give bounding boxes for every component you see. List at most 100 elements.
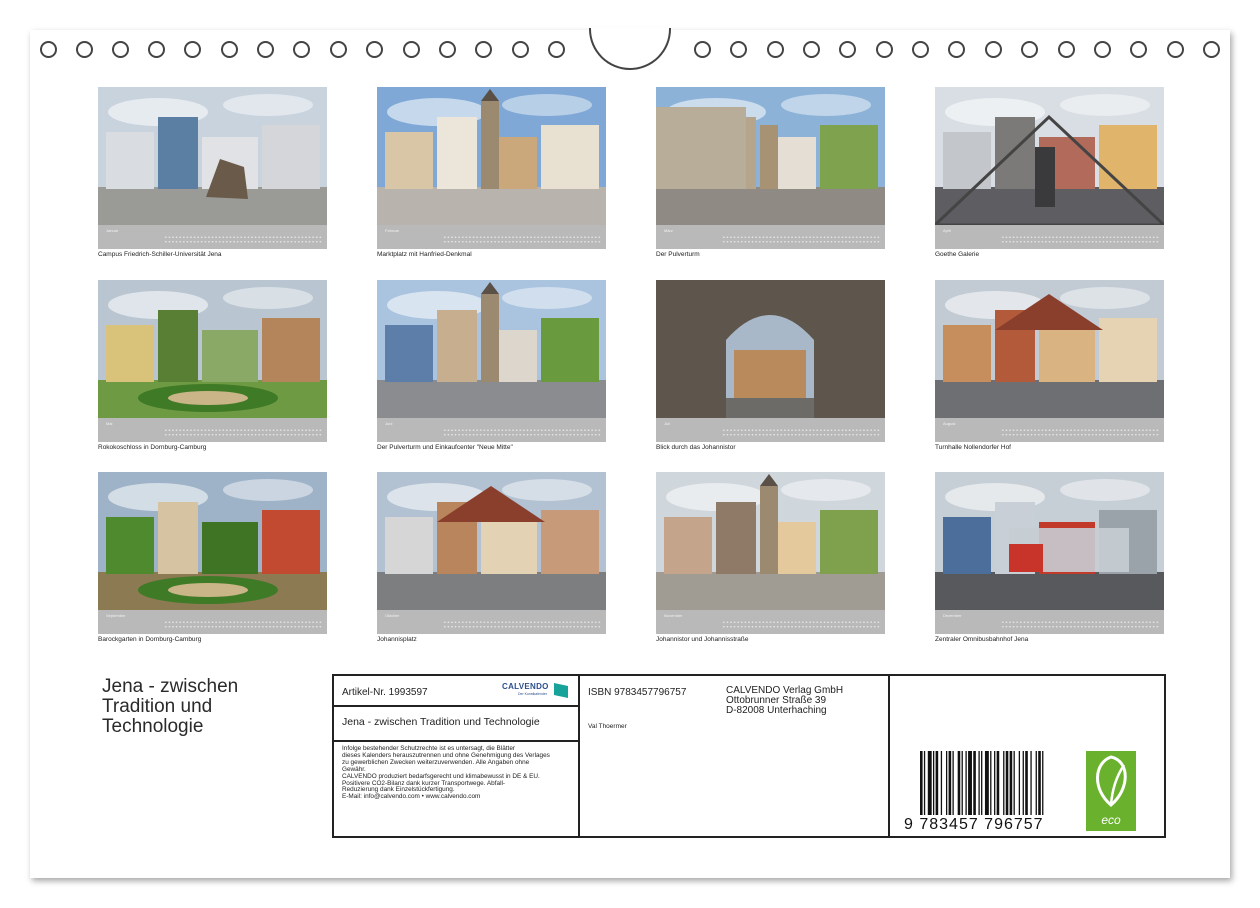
- day-grid: [722, 620, 880, 630]
- month-calendar-bar: November: [656, 610, 885, 634]
- title-line: Jena - zwischen: [102, 676, 239, 697]
- isbn: ISBN 9783457796757: [588, 687, 687, 698]
- binding-hole: [1058, 41, 1075, 58]
- month-name: Oktober: [385, 613, 400, 618]
- photo-caption: Campus Friedrich-Schiller-Universität Je…: [98, 251, 222, 258]
- month-photo: [656, 87, 885, 225]
- binding-hole: [439, 41, 456, 58]
- month-name: März: [664, 228, 673, 233]
- month-calendar-bar: Juli: [656, 418, 885, 442]
- month-name: November: [664, 613, 683, 618]
- month-calendar-bar: März: [656, 225, 885, 249]
- binding-hole: [767, 41, 784, 58]
- day-grid: [1001, 235, 1159, 245]
- binding-hole: [694, 41, 711, 58]
- binding-hole: [803, 41, 820, 58]
- divider: [888, 676, 890, 836]
- month-tile: Oktober Johannisplatz: [377, 472, 606, 647]
- month-photo: [377, 87, 606, 225]
- day-grid: [443, 235, 601, 245]
- photo-caption: Turnhalle Nollendorfer Hof: [935, 444, 1011, 451]
- month-name: April: [943, 228, 952, 233]
- month-photo: [935, 472, 1164, 610]
- binding-hole: [1203, 41, 1220, 58]
- month-calendar-bar: Februar: [377, 225, 606, 249]
- month-tile: Juli Blick durch das Johannistor: [656, 280, 885, 455]
- eco-label: eco: [1101, 813, 1121, 827]
- month-photo: [377, 472, 606, 610]
- month-name: September: [106, 613, 126, 618]
- divider: [334, 705, 578, 707]
- month-calendar-bar: Januar: [98, 225, 327, 249]
- binding-hole: [1094, 41, 1111, 58]
- product-title: Jena - zwischen Tradition und Technologi…: [342, 716, 540, 728]
- binding-hole: [548, 41, 565, 58]
- month-tile: Februar Marktplatz mit Hanfried-Denkmal: [377, 87, 606, 262]
- day-grid: [1001, 428, 1159, 438]
- publisher-line: D-82008 Unterhaching: [726, 705, 827, 716]
- divider: [578, 676, 580, 836]
- barcode-number: 9 783457 796757: [904, 816, 1044, 833]
- photo-caption: Barockgarten in Dornburg-Camburg: [98, 636, 202, 643]
- binding-hole: [730, 41, 747, 58]
- month-tile: Juni Der Pulverturm und Einkaufcenter "N…: [377, 280, 606, 455]
- logo-mark-icon: [554, 683, 568, 698]
- month-name: Februar: [385, 228, 400, 233]
- binding-hole: [184, 41, 201, 58]
- month-name: Juni: [385, 421, 393, 426]
- month-tile: November Johannistor und Johannisstraße: [656, 472, 885, 647]
- month-name: Dezember: [943, 613, 962, 618]
- binding-hole: [1130, 41, 1147, 58]
- day-grid: [443, 620, 601, 630]
- binding-hole: [112, 41, 129, 58]
- day-grid: [164, 235, 322, 245]
- month-tile: Januar Campus Friedrich-Schiller-Univers…: [98, 87, 327, 262]
- month-calendar-bar: Oktober: [377, 610, 606, 634]
- month-photo: [656, 280, 885, 418]
- leaf-icon: [1096, 755, 1127, 807]
- month-tile: Dezember Zentraler Omnibusbahnhof Jena: [935, 472, 1164, 647]
- barcode: [920, 751, 1044, 815]
- month-photo: [98, 472, 327, 610]
- binding-hole: [293, 41, 310, 58]
- logo-name: CALVENDO: [502, 682, 549, 691]
- photo-caption: Zentraler Omnibusbahnhof Jena: [935, 636, 1029, 643]
- binding-hole: [403, 41, 420, 58]
- photo-caption: Der Pulverturm und Einkaufcenter "Neue M…: [377, 444, 513, 451]
- month-tile: Mai Rokokoschloss in Dornburg-Camburg: [98, 280, 327, 455]
- photo-caption: Rokokoschloss in Dornburg-Camburg: [98, 444, 207, 451]
- binding-hole: [330, 41, 347, 58]
- month-calendar-bar: April: [935, 225, 1164, 249]
- month-name: Januar: [106, 228, 119, 233]
- eco-badge: eco: [1086, 751, 1136, 831]
- month-calendar-bar: Dezember: [935, 610, 1164, 634]
- month-name: Mai: [106, 421, 113, 426]
- binding-hole: [839, 41, 856, 58]
- photo-caption: Blick durch das Johannistor: [656, 444, 736, 451]
- day-grid: [443, 428, 601, 438]
- binding-hole: [475, 41, 492, 58]
- calendar-title-block: Jena - zwischen Tradition und Technologi…: [102, 677, 322, 737]
- month-calendar-bar: August: [935, 418, 1164, 442]
- binding-hole: [512, 41, 529, 58]
- photo-caption: Johannisplatz: [377, 636, 417, 643]
- divider: [334, 740, 578, 742]
- month-photo: [377, 280, 606, 418]
- month-photo: [935, 280, 1164, 418]
- month-photo: [935, 87, 1164, 225]
- month-tile: August Turnhalle Nollendorfer Hof: [935, 280, 1164, 455]
- month-calendar-bar: Juni: [377, 418, 606, 442]
- publisher-address: CALVENDO Verlag GmbH Ottobrunner Straße …: [726, 686, 843, 716]
- info-box: Artikel-Nr. 1993597 CALVENDO Der Kunstka…: [332, 674, 1166, 838]
- day-grid: [722, 428, 880, 438]
- month-photo: [98, 87, 327, 225]
- binding-hole: [257, 41, 274, 58]
- day-grid: [1001, 620, 1159, 630]
- binding-hole: [948, 41, 965, 58]
- binding-hole: [40, 41, 57, 58]
- binding-hole: [366, 41, 383, 58]
- day-grid: [164, 620, 322, 630]
- photo-caption: Johannistor und Johannisstraße: [656, 636, 749, 643]
- month-calendar-bar: September: [98, 610, 327, 634]
- binding-hole: [221, 41, 238, 58]
